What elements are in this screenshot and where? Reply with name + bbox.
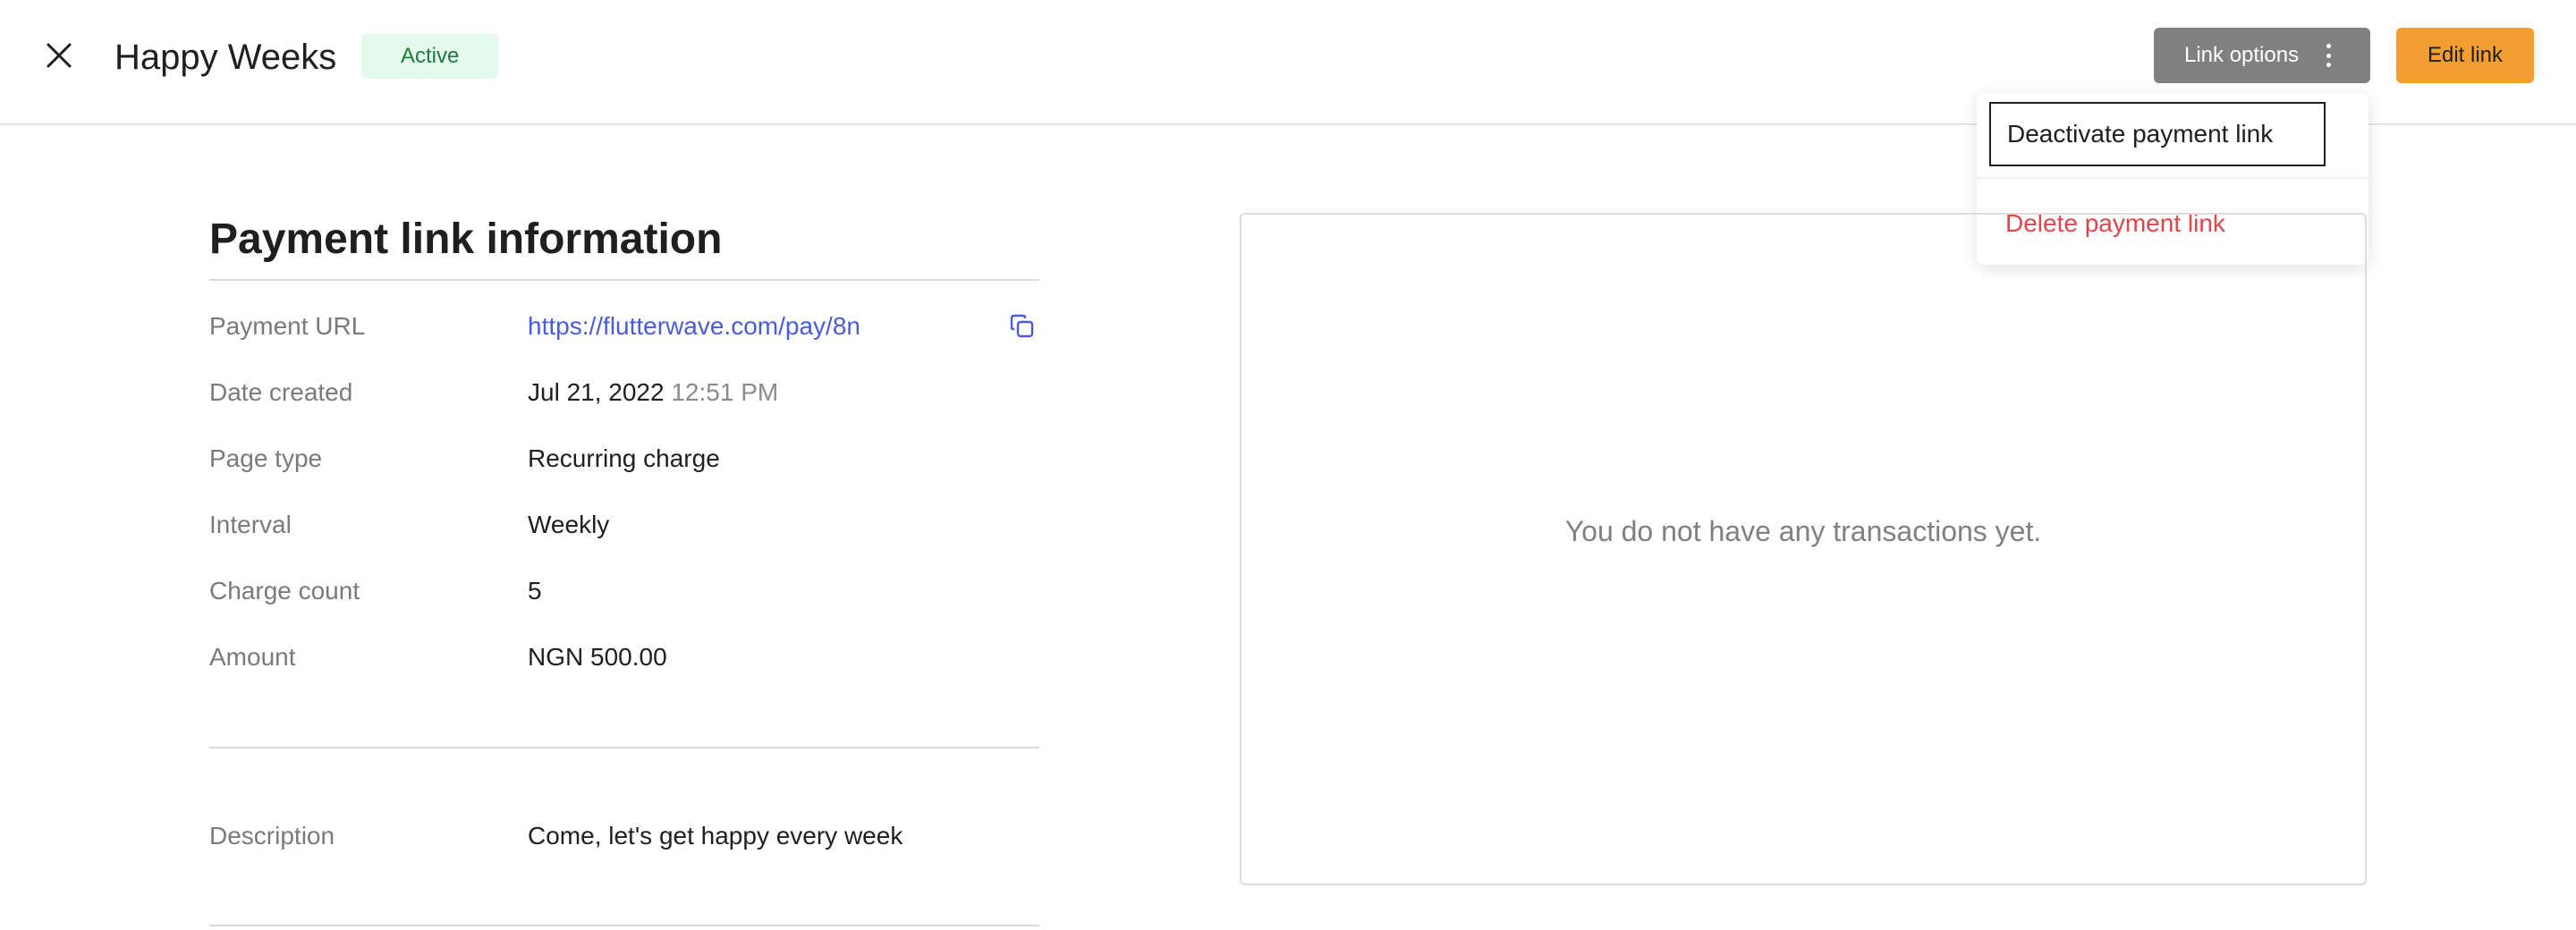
charge-count-value: 5	[528, 577, 542, 604]
link-options-button[interactable]: Link options	[2154, 28, 2370, 83]
link-options-label: Link options	[2184, 43, 2300, 67]
charge-count-label: Charge count	[209, 577, 360, 604]
date-created-date: Jul 21, 2022	[528, 378, 665, 406]
page-type-label: Page type	[209, 444, 323, 472]
payment-url-label: Payment URL	[209, 312, 366, 340]
bottom-divider	[209, 925, 1039, 926]
section-title: Payment link information	[209, 216, 723, 263]
copy-icon	[1010, 314, 1034, 338]
close-button[interactable]	[39, 36, 79, 75]
description-value: Come, let's get happy every week	[528, 822, 903, 850]
amount-value: NGN 500.00	[528, 643, 667, 671]
kebab-icon	[2326, 44, 2331, 67]
date-created-label: Date created	[209, 378, 353, 406]
edit-link-button[interactable]: Edit link	[2396, 28, 2534, 83]
transactions-panel: You do not have any transactions yet.	[1240, 213, 2367, 885]
date-created-time: 12:51 PM	[671, 378, 779, 406]
empty-transactions-message: You do not have any transactions yet.	[1564, 515, 2042, 547]
interval-value: Weekly	[528, 511, 610, 538]
amount-label: Amount	[209, 643, 296, 671]
close-icon	[47, 43, 72, 68]
date-created-value: Jul 21, 2022 12:51 PM	[528, 375, 778, 410]
title-divider	[209, 279, 1039, 281]
copy-url-button[interactable]	[1009, 313, 1036, 340]
status-badge: Active	[361, 34, 499, 79]
menu-divider	[1977, 177, 2368, 179]
section-divider	[209, 747, 1039, 748]
page-title: Happy Weeks	[114, 38, 337, 77]
description-label: Description	[209, 822, 335, 850]
page-type-value: Recurring charge	[528, 444, 720, 472]
interval-label: Interval	[209, 511, 292, 538]
payment-url-link[interactable]: https://flutterwave.com/pay/8n	[528, 309, 860, 344]
deactivate-payment-link-item[interactable]: Deactivate payment link	[1989, 102, 2326, 166]
